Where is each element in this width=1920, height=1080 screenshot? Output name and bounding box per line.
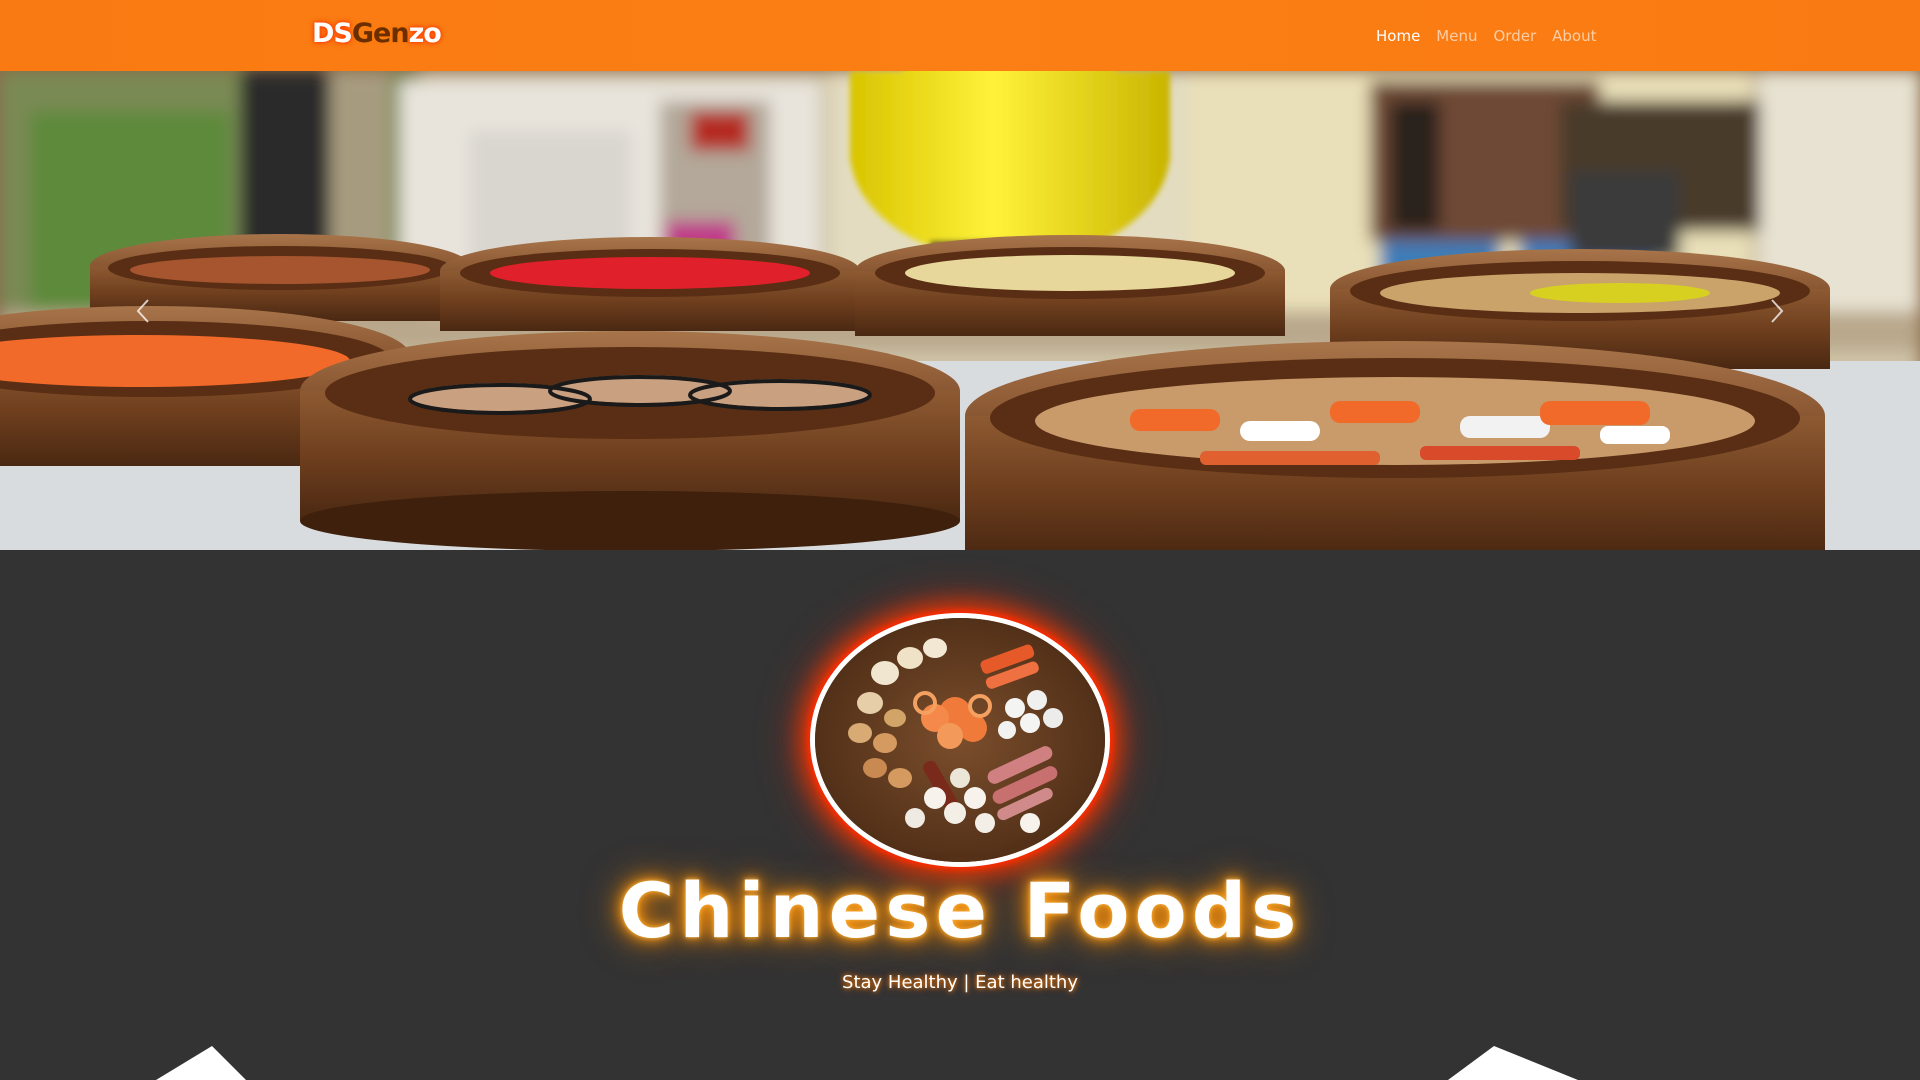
chevron-right-icon xyxy=(1771,298,1784,323)
hero-title: Chinese Foods xyxy=(618,866,1302,955)
brand-part-ds: DS xyxy=(312,18,353,49)
carousel-prev-button[interactable] xyxy=(64,71,224,550)
nav-link-about[interactable]: About xyxy=(1552,23,1596,49)
decorative-peak-left xyxy=(156,1046,246,1080)
nav-link-home[interactable]: Home xyxy=(1376,23,1420,49)
nav-links: Home Menu Order About xyxy=(1376,0,1596,71)
carousel xyxy=(0,71,1920,550)
chevron-left-icon xyxy=(136,298,149,323)
hero-subtitle: Stay Healthy | Eat healthy xyxy=(842,972,1078,993)
carousel-next-button[interactable] xyxy=(1696,71,1856,550)
nav-link-menu[interactable]: Menu xyxy=(1436,23,1477,49)
brand-logo[interactable]: DSGenzo xyxy=(312,18,442,49)
nav-link-order[interactable]: Order xyxy=(1493,23,1536,49)
hero-food-image xyxy=(810,613,1110,867)
carousel-image xyxy=(0,71,1920,550)
navbar: DSGenzo Home Menu Order About xyxy=(0,0,1920,71)
hero-section xyxy=(0,550,1920,1080)
brand-part-zo: zo xyxy=(408,18,442,49)
decorative-peak-right xyxy=(1448,1046,1578,1080)
brand-part-gen: Gen xyxy=(351,18,410,49)
